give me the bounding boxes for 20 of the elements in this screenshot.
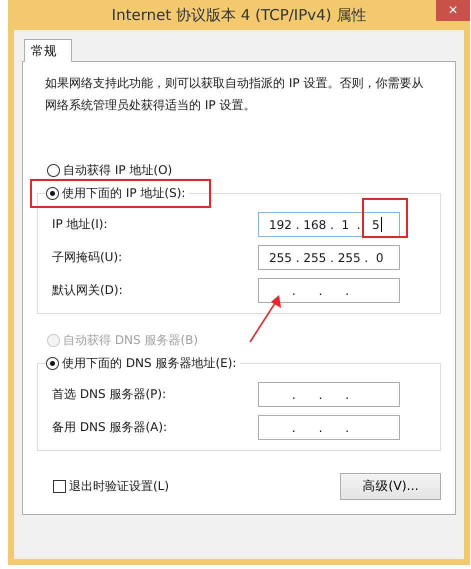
- ip-address-field[interactable]: 192 . 168 . 1 . 5: [258, 212, 400, 237]
- radio-option[interactable]: 自动获得 IP 地址(O): [47, 162, 441, 179]
- ip-address-field[interactable]: . . .: [258, 415, 400, 440]
- ip-address-field[interactable]: . . .: [258, 278, 400, 303]
- field-label: 子网掩码(U):: [52, 249, 122, 266]
- description-text: 如果网络支持此功能，则可以获取自动指派的 IP 设置。否则，你需要从网络系统管理员处获得适当的 IP 设置。: [44, 75, 424, 114]
- window-title: Internet 协议版本 4 (TCP/IPv4) 属性: [112, 6, 366, 24]
- field-label: 首选 DNS 服务器(P):: [52, 386, 166, 403]
- ip-address-field[interactable]: . . .: [258, 382, 400, 407]
- validate-checkbox[interactable]: 退出时验证设置(L): [53, 478, 170, 495]
- field-label: 默认网关(D):: [52, 282, 123, 299]
- field-label: IP 地址(I):: [52, 216, 108, 233]
- radio-option[interactable]: 使用下面的 DNS 服务器地址(E):: [46, 355, 236, 372]
- tab[interactable]: 常规: [24, 39, 72, 62]
- field-label: 备用 DNS 服务器(A):: [52, 419, 168, 436]
- close-button[interactable]: ×: [436, 0, 470, 21]
- highlight-box: [362, 198, 408, 238]
- advanced-button[interactable]: 高级(V)...: [340, 473, 441, 500]
- ip-address-field[interactable]: 255 . 255 . 255 . 0: [258, 245, 400, 270]
- radio-option[interactable]: 使用下面的 IP 地址(S):: [46, 185, 186, 202]
